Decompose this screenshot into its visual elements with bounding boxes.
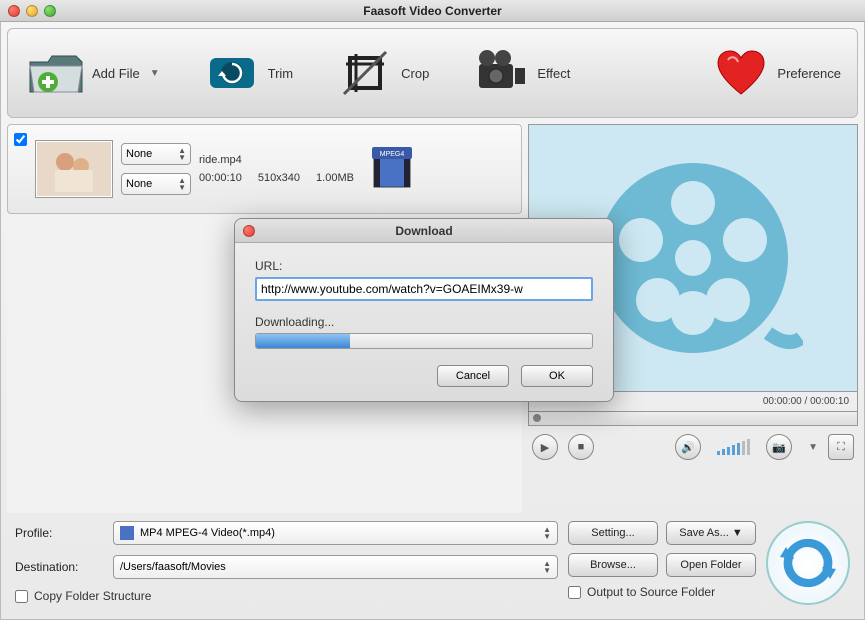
trim-icon — [200, 46, 264, 100]
output-source-checkbox[interactable] — [568, 586, 581, 599]
destination-value: /Users/faasoft/Movies — [120, 561, 226, 573]
video-thumbnail[interactable] — [35, 140, 113, 198]
cancel-button[interactable]: Cancel — [437, 365, 509, 387]
ok-button[interactable]: OK — [521, 365, 593, 387]
copy-structure-checkbox[interactable] — [15, 590, 28, 603]
main-toolbar: Add File ▼ Trim Crop Effect Preference — [7, 28, 858, 118]
player-controls: ▶ ■ 🔊 📷 ▼ ⛶ — [528, 426, 858, 468]
preference-button[interactable]: Preference — [709, 46, 841, 100]
destination-label: Destination: — [15, 560, 105, 574]
output-source-label: Output to Source Folder — [587, 585, 715, 599]
file-resolution: 510x340 — [258, 172, 300, 184]
snapshot-button[interactable]: 📷 — [766, 434, 792, 460]
url-label: URL: — [255, 259, 593, 273]
crop-label: Crop — [401, 66, 429, 81]
folder-plus-icon — [24, 46, 88, 100]
add-file-button[interactable]: Add File ▼ — [24, 46, 160, 100]
trim-button[interactable]: Trim — [200, 46, 294, 100]
volume-button[interactable]: 🔊 — [675, 434, 701, 460]
convert-button[interactable] — [766, 521, 850, 605]
browse-button[interactable]: Browse... — [568, 553, 658, 577]
format-badge: MPEG4 — [372, 147, 412, 191]
file-name: ride.mp4 — [199, 154, 354, 166]
seek-bar[interactable] — [528, 412, 858, 426]
mp4-icon — [120, 526, 134, 540]
select-top[interactable]: None▲▼ — [121, 143, 191, 165]
add-file-label: Add File — [92, 66, 140, 81]
open-folder-button[interactable]: Open Folder — [666, 553, 756, 577]
crop-button[interactable]: Crop — [333, 46, 429, 100]
copy-structure-label: Copy Folder Structure — [34, 589, 151, 603]
dropdown-arrow-icon: ▼ — [150, 68, 160, 79]
preference-label: Preference — [777, 66, 841, 81]
profile-value: MP4 MPEG-4 Video(*.mp4) — [140, 527, 275, 539]
setting-button[interactable]: Setting... — [568, 521, 658, 545]
select-bottom-value: None — [126, 178, 152, 190]
url-input[interactable] — [255, 277, 593, 301]
heart-icon — [709, 46, 773, 100]
download-dialog: Download URL: Downloading... Cancel OK — [234, 218, 614, 402]
progress-bar — [255, 333, 593, 349]
profile-combo[interactable]: MP4 MPEG-4 Video(*.mp4) ▲▼ — [113, 521, 558, 545]
file-duration: 00:00:10 — [199, 172, 242, 184]
refresh-icon — [780, 535, 836, 591]
titlebar: Faasoft Video Converter — [0, 0, 865, 22]
stop-button[interactable]: ■ — [568, 434, 594, 460]
download-status: Downloading... — [255, 315, 593, 329]
window-title: Faasoft Video Converter — [0, 4, 865, 18]
select-bottom[interactable]: None▲▼ — [121, 173, 191, 195]
fullscreen-button[interactable]: ⛶ — [828, 434, 854, 460]
file-checkbox[interactable] — [14, 133, 27, 146]
play-button[interactable]: ▶ — [532, 434, 558, 460]
select-top-value: None — [126, 148, 152, 160]
svg-text:MPEG4: MPEG4 — [380, 151, 405, 158]
save-as-button[interactable]: Save As... ▼ — [666, 521, 756, 545]
effect-button[interactable]: Effect — [469, 46, 570, 100]
effect-label: Effect — [537, 66, 570, 81]
volume-slider[interactable] — [717, 439, 750, 455]
crop-icon — [333, 46, 397, 100]
snapshot-menu-icon[interactable]: ▼ — [808, 442, 818, 453]
file-list-row[interactable]: None▲▼ None▲▼ ride.mp4 00:00:10 510x340 … — [7, 124, 522, 214]
file-size: 1.00MB — [316, 172, 354, 184]
camera-icon — [469, 46, 533, 100]
film-reel-icon — [583, 148, 803, 368]
destination-combo[interactable]: /Users/faasoft/Movies ▲▼ — [113, 555, 558, 579]
dialog-title: Download — [235, 224, 613, 238]
trim-label: Trim — [268, 66, 294, 81]
profile-label: Profile: — [15, 526, 105, 540]
